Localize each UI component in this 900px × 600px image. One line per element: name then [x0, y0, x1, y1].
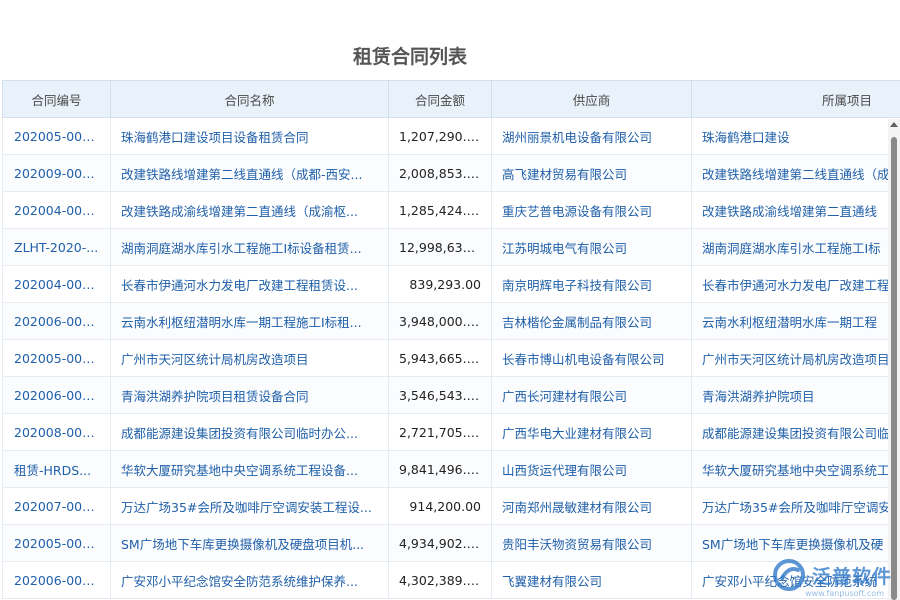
- cell-supplier: 河南郑州晟敏建材有限公司: [492, 488, 692, 525]
- column-header-amount[interactable]: 合同金额: [389, 81, 492, 118]
- cell-project: 广州市天河区统计局机房改造项目: [692, 340, 900, 377]
- cell-contract-no[interactable]: 202004-00006: [3, 266, 111, 303]
- cell-contract-name[interactable]: 改建铁路线增建第二线直通线（成都-西安...: [111, 155, 389, 192]
- contract-table: 合同编号 合同名称 合同金额 供应商 所属项目 202005-00008珠海鹤港…: [2, 80, 900, 599]
- cell-contract-name[interactable]: 改建铁路成渝线增建第二直通线（成渝枢...: [111, 192, 389, 229]
- table-row[interactable]: 202006-00009青海洪湖养护院项目租赁设备合同3,546,543.00广…: [3, 377, 900, 414]
- cell-project: SM广场地下车库更换摄像机及硬: [692, 525, 900, 562]
- cell-supplier: 山西货运代理有限公司: [492, 451, 692, 488]
- contract-table-container: 合同编号 合同名称 合同金额 供应商 所属项目 202005-00008珠海鹤港…: [2, 80, 900, 600]
- cell-contract-name[interactable]: 华软大厦研究基地中央空调系统工程设备...: [111, 451, 389, 488]
- watermark-text: 泛普软件: [812, 562, 892, 589]
- table-row[interactable]: 202005-00005SM广场地下车库更换摄像机及硬盘项目机...4,934,…: [3, 525, 900, 562]
- cell-supplier: 高飞建材贸易有限公司: [492, 155, 692, 192]
- cell-contract-no[interactable]: 202007-00008: [3, 488, 111, 525]
- cell-amount: 4,934,902.00: [389, 525, 492, 562]
- cell-project: 长春市伊通河水力发电厂改建工程: [692, 266, 900, 303]
- cell-contract-name[interactable]: 青海洪湖养护院项目租赁设备合同: [111, 377, 389, 414]
- cell-amount: 914,200.00: [389, 488, 492, 525]
- cell-supplier: 贵阳丰沃物资贸易有限公司: [492, 525, 692, 562]
- table-row[interactable]: 202005-00007广州市天河区统计局机房改造项目5,943,665.00长…: [3, 340, 900, 377]
- cell-supplier: 江苏明城电气有限公司: [492, 229, 692, 266]
- cell-amount: 5,943,665.00: [389, 340, 492, 377]
- cell-amount: 2,008,853.00: [389, 155, 492, 192]
- watermark: 泛普软件: [772, 558, 892, 592]
- table-row[interactable]: 202006-00010云南水利枢纽潜明水库一期工程施工I标租...3,948,…: [3, 303, 900, 340]
- table-row[interactable]: 202006-00008广安邓小平纪念馆安全防范系统维护保养...4,302,3…: [3, 562, 900, 599]
- cell-contract-name[interactable]: 万达广场35#会所及咖啡厅空调安装工程设...: [111, 488, 389, 525]
- cell-amount: 2,721,705.00: [389, 414, 492, 451]
- table-row[interactable]: 202007-00008万达广场35#会所及咖啡厅空调安装工程设...914,2…: [3, 488, 900, 525]
- cell-amount: 12,998,636....: [389, 229, 492, 266]
- cell-contract-no[interactable]: 202005-00008: [3, 118, 111, 155]
- column-header-contract-name[interactable]: 合同名称: [111, 81, 389, 118]
- cell-supplier: 吉林楷伦金属制品有限公司: [492, 303, 692, 340]
- table-body: 202005-00008珠海鹤港口建设项目设备租赁合同1,207,290.00湖…: [3, 118, 900, 599]
- cell-supplier: 广西华电大业建材有限公司: [492, 414, 692, 451]
- table-header-row: 合同编号 合同名称 合同金额 供应商 所属项目: [3, 81, 900, 118]
- cell-contract-no[interactable]: 202009-00003: [3, 155, 111, 192]
- cell-contract-no[interactable]: 202006-00009: [3, 377, 111, 414]
- fanpu-logo-icon: [772, 558, 806, 592]
- cell-project: 改建铁路成渝线增建第二直通线: [692, 192, 900, 229]
- cell-contract-no[interactable]: 202005-00007: [3, 340, 111, 377]
- cell-supplier: 南京明辉电子科技有限公司: [492, 266, 692, 303]
- table-row[interactable]: ZLHT-2020-...湖南洞庭湖水库引水工程施工I标设备租赁...12,99…: [3, 229, 900, 266]
- column-header-project[interactable]: 所属项目: [692, 81, 900, 118]
- cell-contract-name[interactable]: 长春市伊通河水力发电厂改建工程租赁设...: [111, 266, 389, 303]
- cell-amount: 4,302,389.00: [389, 562, 492, 599]
- cell-amount: 9,841,496.00: [389, 451, 492, 488]
- cell-project: 改建铁路线增建第二线直通线（成: [692, 155, 900, 192]
- cell-supplier: 广西长河建材有限公司: [492, 377, 692, 414]
- cell-amount: 3,948,000.00: [389, 303, 492, 340]
- cell-contract-name[interactable]: 广州市天河区统计局机房改造项目: [111, 340, 389, 377]
- table-row[interactable]: 202009-00003改建铁路线增建第二线直通线（成都-西安...2,008,…: [3, 155, 900, 192]
- column-header-contract-no[interactable]: 合同编号: [3, 81, 111, 118]
- cell-contract-no[interactable]: 202005-00005: [3, 525, 111, 562]
- watermark-url: www.fanpusoft.com: [805, 589, 884, 598]
- cell-contract-name[interactable]: 广安邓小平纪念馆安全防范系统维护保养...: [111, 562, 389, 599]
- cell-amount: 839,293.00: [389, 266, 492, 303]
- page-title: 租赁合同列表: [0, 42, 820, 69]
- cell-project: 华软大厦研究基地中央空调系统工: [692, 451, 900, 488]
- table-row[interactable]: 202004-00007改建铁路成渝线增建第二直通线（成渝枢...1,285,4…: [3, 192, 900, 229]
- cell-contract-no[interactable]: ZLHT-2020-...: [3, 229, 111, 266]
- cell-supplier: 飞翼建材有限公司: [492, 562, 692, 599]
- cell-contract-name[interactable]: SM广场地下车库更换摄像机及硬盘项目机...: [111, 525, 389, 562]
- cell-amount: 1,285,424.00: [389, 192, 492, 229]
- cell-contract-name[interactable]: 珠海鹤港口建设项目设备租赁合同: [111, 118, 389, 155]
- table-row[interactable]: 202005-00008珠海鹤港口建设项目设备租赁合同1,207,290.00湖…: [3, 118, 900, 155]
- cell-contract-no[interactable]: 租赁-HRDS...: [3, 451, 111, 488]
- cell-contract-no[interactable]: 202008-00004: [3, 414, 111, 451]
- cell-contract-no[interactable]: 202004-00007: [3, 192, 111, 229]
- cell-project: 云南水利枢纽潜明水库一期工程: [692, 303, 900, 340]
- cell-project: 成都能源建设集团投资有限公司临: [692, 414, 900, 451]
- cell-project: 青海洪湖养护院项目: [692, 377, 900, 414]
- scrollbar-thumb[interactable]: [891, 137, 897, 600]
- cell-amount: 3,546,543.00: [389, 377, 492, 414]
- cell-contract-no[interactable]: 202006-00010: [3, 303, 111, 340]
- column-header-supplier[interactable]: 供应商: [492, 81, 692, 118]
- vertical-scrollbar[interactable]: [888, 119, 900, 600]
- cell-amount: 1,207,290.00: [389, 118, 492, 155]
- table-row[interactable]: 202008-00004成都能源建设集团投资有限公司临时办公...2,721,7…: [3, 414, 900, 451]
- cell-project: 湖南洞庭湖水库引水工程施工I标: [692, 229, 900, 266]
- table-row[interactable]: 202004-00006长春市伊通河水力发电厂改建工程租赁设...839,293…: [3, 266, 900, 303]
- table-row[interactable]: 租赁-HRDS...华软大厦研究基地中央空调系统工程设备...9,841,496…: [3, 451, 900, 488]
- cell-contract-name[interactable]: 云南水利枢纽潜明水库一期工程施工I标租...: [111, 303, 389, 340]
- cell-supplier: 湖州丽景机电设备有限公司: [492, 118, 692, 155]
- cell-contract-name[interactable]: 成都能源建设集团投资有限公司临时办公...: [111, 414, 389, 451]
- cell-project: 万达广场35#会所及咖啡厅空调安: [692, 488, 900, 525]
- cell-contract-no[interactable]: 202006-00008: [3, 562, 111, 599]
- triangle-up-icon[interactable]: [890, 122, 898, 127]
- cell-contract-name[interactable]: 湖南洞庭湖水库引水工程施工I标设备租赁...: [111, 229, 389, 266]
- cell-supplier: 长春市博山机电设备有限公司: [492, 340, 692, 377]
- cell-supplier: 重庆艺普电源设备有限公司: [492, 192, 692, 229]
- cell-project: 珠海鹤港口建设: [692, 118, 900, 155]
